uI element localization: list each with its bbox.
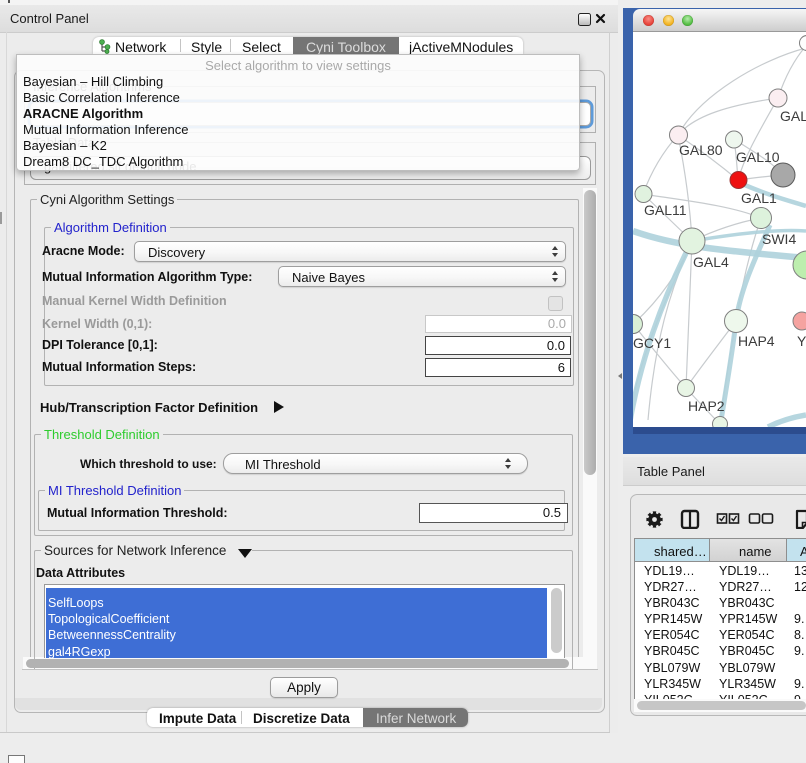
svg-text:HAP2: HAP2 [688,398,725,414]
svg-text:GAL80: GAL80 [679,142,723,158]
svg-text:GAL1: GAL1 [741,190,777,206]
svg-text:GAL7: GAL7 [780,108,806,124]
svg-text:GAL10: GAL10 [736,149,780,165]
svg-text:HAP4: HAP4 [738,333,775,349]
svg-text:GAL11: GAL11 [644,202,687,218]
svg-text:GCY1: GCY1 [633,335,671,351]
svg-text:GAL4: GAL4 [693,254,729,270]
svg-text:YJ: YJ [797,333,806,349]
svg-text:SWI4: SWI4 [762,231,796,247]
